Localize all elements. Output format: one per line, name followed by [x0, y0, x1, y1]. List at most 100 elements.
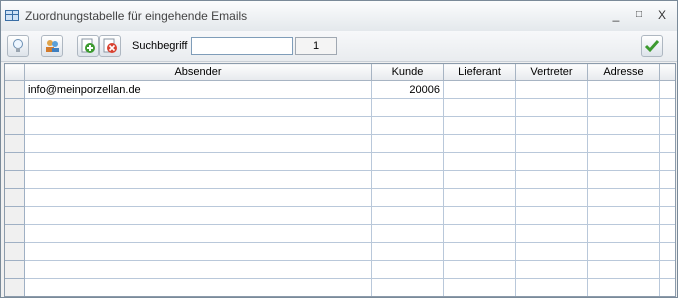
cell-vertreter[interactable]	[515, 152, 588, 171]
cell-kunde[interactable]: 20006	[371, 80, 444, 99]
cell-vertreter[interactable]	[515, 98, 588, 117]
row-selector[interactable]	[5, 260, 25, 279]
cell-lieferant[interactable]	[443, 260, 516, 279]
cell-absender[interactable]	[24, 152, 372, 171]
row-selector[interactable]	[5, 152, 25, 171]
cell-absender[interactable]	[24, 260, 372, 279]
table-icon	[5, 10, 19, 21]
search-input[interactable]	[191, 37, 293, 55]
cell-adresse[interactable]	[587, 278, 660, 296]
cell-absender[interactable]	[24, 188, 372, 207]
cell-absender[interactable]	[24, 206, 372, 225]
cell-lieferant[interactable]	[443, 98, 516, 117]
cell-absender[interactable]	[24, 116, 372, 135]
minimize-button[interactable]: _	[607, 7, 625, 23]
row-selector[interactable]	[5, 278, 25, 296]
row-selector[interactable]	[5, 134, 25, 153]
cell-vertreter[interactable]	[515, 134, 588, 153]
cell-kunde[interactable]	[371, 206, 444, 225]
cell-absender[interactable]	[24, 170, 372, 189]
cell-adresse[interactable]	[587, 98, 660, 117]
cell-lieferant[interactable]	[443, 134, 516, 153]
cell-adresse[interactable]	[587, 152, 660, 171]
cell-kunde[interactable]	[371, 224, 444, 243]
cell-adresse[interactable]	[587, 188, 660, 207]
cell-absender[interactable]: info@meinporzellan.de	[24, 80, 372, 99]
cell-lieferant[interactable]	[443, 224, 516, 243]
row-selector[interactable]	[5, 170, 25, 189]
cell-vertreter[interactable]	[515, 260, 588, 279]
cell-adresse[interactable]	[587, 134, 660, 153]
cell-absender[interactable]	[24, 98, 372, 117]
cell-lieferant[interactable]	[443, 206, 516, 225]
column-header-kunde[interactable]: Kunde	[371, 64, 444, 81]
cell-vertreter[interactable]	[515, 224, 588, 243]
cell-vertreter[interactable]	[515, 170, 588, 189]
cell-kunde[interactable]	[371, 170, 444, 189]
table-row[interactable]	[5, 152, 675, 171]
table-row[interactable]	[5, 98, 675, 117]
table-row[interactable]	[5, 134, 675, 153]
row-selector[interactable]	[5, 98, 25, 117]
cell-kunde[interactable]	[371, 134, 444, 153]
cell-adresse[interactable]	[587, 206, 660, 225]
table-row[interactable]	[5, 242, 675, 261]
table-row[interactable]	[5, 188, 675, 207]
cell-lieferant[interactable]	[443, 278, 516, 296]
cell-kunde[interactable]	[371, 98, 444, 117]
close-button[interactable]: X	[653, 7, 671, 23]
cell-absender[interactable]	[24, 278, 372, 296]
row-selector[interactable]	[5, 116, 25, 135]
cell-kunde[interactable]	[371, 278, 444, 296]
cell-vertreter[interactable]	[515, 80, 588, 99]
contacts-button[interactable]	[41, 35, 63, 57]
hint-button[interactable]	[7, 35, 29, 57]
column-header-vertreter[interactable]: Vertreter	[515, 64, 588, 81]
cell-adresse[interactable]	[587, 80, 660, 99]
cell-kunde[interactable]	[371, 260, 444, 279]
column-header-absender[interactable]: Absender	[24, 64, 372, 81]
cell-adresse[interactable]	[587, 224, 660, 243]
cell-lieferant[interactable]	[443, 152, 516, 171]
cell-kunde[interactable]	[371, 242, 444, 261]
column-header-lieferant[interactable]: Lieferant	[443, 64, 516, 81]
cell-lieferant[interactable]	[443, 170, 516, 189]
cell-vertreter[interactable]	[515, 116, 588, 135]
cell-lieferant[interactable]	[443, 116, 516, 135]
cell-kunde[interactable]	[371, 152, 444, 171]
table-row[interactable]	[5, 170, 675, 189]
table-row[interactable]	[5, 278, 675, 296]
cell-kunde[interactable]	[371, 116, 444, 135]
row-selector[interactable]	[5, 242, 25, 261]
table-row[interactable]	[5, 224, 675, 243]
main-window: Zuordnungstabelle für eingehende Emails …	[0, 0, 678, 298]
cell-lieferant[interactable]	[443, 242, 516, 261]
cell-vertreter[interactable]	[515, 278, 588, 296]
cell-adresse[interactable]	[587, 260, 660, 279]
column-header-adresse[interactable]: Adresse	[587, 64, 660, 81]
table-row[interactable]	[5, 260, 675, 279]
table-row[interactable]	[5, 116, 675, 135]
maximize-button[interactable]: □	[630, 7, 648, 23]
confirm-button[interactable]	[641, 35, 663, 57]
cell-adresse[interactable]	[587, 116, 660, 135]
cell-absender[interactable]	[24, 134, 372, 153]
row-selector[interactable]	[5, 224, 25, 243]
delete-button[interactable]	[99, 35, 121, 57]
add-button[interactable]	[77, 35, 99, 57]
table-row[interactable]	[5, 206, 675, 225]
cell-adresse[interactable]	[587, 170, 660, 189]
cell-lieferant[interactable]	[443, 80, 516, 99]
cell-vertreter[interactable]	[515, 242, 588, 261]
row-selector[interactable]	[5, 80, 25, 99]
row-selector[interactable]	[5, 188, 25, 207]
cell-kunde[interactable]	[371, 188, 444, 207]
cell-absender[interactable]	[24, 224, 372, 243]
cell-adresse[interactable]	[587, 242, 660, 261]
table-row[interactable]: info@meinporzellan.de 20006	[5, 80, 675, 99]
cell-vertreter[interactable]	[515, 206, 588, 225]
cell-vertreter[interactable]	[515, 188, 588, 207]
cell-absender[interactable]	[24, 242, 372, 261]
cell-lieferant[interactable]	[443, 188, 516, 207]
row-selector[interactable]	[5, 206, 25, 225]
